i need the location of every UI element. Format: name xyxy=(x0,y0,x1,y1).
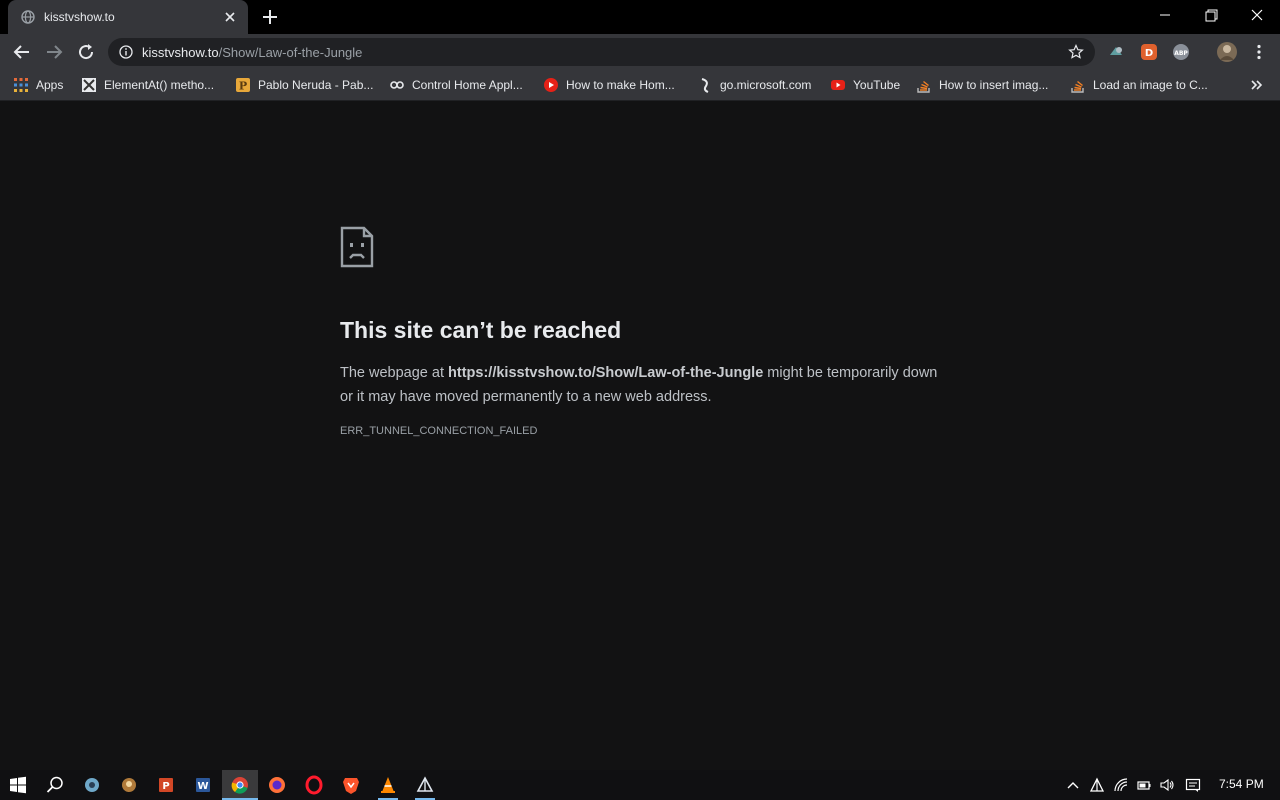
svg-text:ABP: ABP xyxy=(1174,50,1188,57)
bookmark-label: How to make Hom... xyxy=(566,78,675,92)
sad-page-icon xyxy=(340,226,374,268)
error-title: This site can’t be reached xyxy=(340,317,622,343)
svg-text:W: W xyxy=(197,781,208,792)
tab-strip: kisstvshow.to xyxy=(0,0,1280,34)
bookmark-how-to-make[interactable]: How to make Hom... xyxy=(543,77,675,93)
firefox-icon[interactable] xyxy=(267,775,287,795)
bookmark-go-microsoft[interactable]: go.microsoft.com xyxy=(697,77,811,93)
tab-title: kisstvshow.to xyxy=(44,10,115,24)
tab-active[interactable]: kisstvshow.to xyxy=(8,0,248,34)
site-info-icon[interactable] xyxy=(119,45,133,59)
volume-icon[interactable] xyxy=(1159,777,1175,793)
stackoverflow-icon xyxy=(917,80,930,93)
chevron-double-right-icon[interactable] xyxy=(1250,77,1264,93)
svg-text:P: P xyxy=(239,80,247,93)
brave-rewards-icon[interactable]: D xyxy=(1140,43,1158,61)
youtube-icon xyxy=(831,80,845,90)
brave-icon[interactable] xyxy=(341,775,361,795)
link-icon xyxy=(390,81,404,89)
address-url: kisstvshow.to/Show/Law-of-the-Jungle xyxy=(142,45,362,60)
bookmark-label: YouTube xyxy=(853,78,901,92)
notifications-icon[interactable] xyxy=(1185,777,1201,793)
bookmark-star-icon[interactable] xyxy=(1068,44,1084,60)
error-page: This site can’t be reached The webpage a… xyxy=(0,101,1280,770)
bookmark-insert-image[interactable]: How to insert imag... xyxy=(916,77,1048,93)
forward-arrow-icon[interactable] xyxy=(44,42,64,62)
powerpoint-icon[interactable]: P xyxy=(156,775,176,795)
profile-avatar-icon[interactable] xyxy=(1216,41,1238,63)
chrome-icon[interactable] xyxy=(230,775,250,795)
error-code: ERR_TUNNEL_CONNECTION_FAILED xyxy=(340,425,538,437)
microsoft-icon xyxy=(701,78,709,93)
back-arrow-icon[interactable] xyxy=(12,42,32,62)
error-description: The webpage at https://kisstvshow.to/Sho… xyxy=(340,361,940,409)
devexpress-icon xyxy=(82,78,96,92)
bookmark-apps[interactable]: Apps xyxy=(13,77,63,93)
reload-icon[interactable] xyxy=(76,42,96,62)
adblock-plus-icon[interactable]: ABP xyxy=(1172,43,1190,61)
taskbar-clock[interactable]: 7:54 PM xyxy=(1219,777,1264,791)
error-url: https://kisstvshow.to/Show/Law-of-the-Ju… xyxy=(448,365,764,381)
browser-window: kisstvshow.to kisstvshow.to/Show/Law-of-… xyxy=(0,0,1280,800)
bookmark-control-home[interactable]: Control Home Appl... xyxy=(389,77,523,93)
bookmark-label: Load an image to C... xyxy=(1093,78,1208,92)
bookmark-youtube[interactable]: YouTube xyxy=(830,77,900,93)
poetry-icon: P xyxy=(236,78,250,93)
new-tab-icon[interactable] xyxy=(260,7,280,27)
close-tab-icon[interactable] xyxy=(222,9,238,25)
apps-grid-icon xyxy=(14,78,28,92)
bookmark-label: Apps xyxy=(36,78,64,92)
app-icon[interactable] xyxy=(119,775,139,795)
address-host: kisstvshow.to xyxy=(142,45,219,60)
bookmark-load-image[interactable]: Load an image to C... xyxy=(1070,77,1208,93)
address-bar[interactable]: kisstvshow.to/Show/Law-of-the-Jungle xyxy=(108,38,1095,66)
vlc-icon[interactable] xyxy=(378,775,398,795)
windows-start-icon[interactable] xyxy=(8,775,28,795)
bookmark-pablo-neruda[interactable]: P Pablo Neruda - Pab... xyxy=(235,77,373,93)
restore-icon[interactable] xyxy=(1198,4,1224,26)
bookmark-label: Pablo Neruda - Pab... xyxy=(258,78,374,92)
chevron-up-icon[interactable] xyxy=(1065,777,1081,793)
close-window-icon[interactable] xyxy=(1244,4,1270,26)
bookmarks-bar: Apps ElementAt() metho... P Pablo Neruda… xyxy=(0,70,1280,101)
youtube-icon xyxy=(544,78,558,92)
taskbar: P W 7:54 PM xyxy=(0,770,1280,800)
bookmark-label: Control Home Appl... xyxy=(412,78,523,92)
tray-app-icon[interactable] xyxy=(1089,777,1105,793)
bookmark-label: ElementAt() metho... xyxy=(104,78,215,92)
app-icon[interactable] xyxy=(82,775,102,795)
minimize-icon[interactable] xyxy=(1152,4,1178,26)
globe-icon xyxy=(21,10,35,24)
word-icon[interactable]: W xyxy=(193,775,213,795)
bookmark-label: How to insert imag... xyxy=(939,78,1049,92)
svg-text:D: D xyxy=(1145,48,1153,59)
app-tent-icon[interactable] xyxy=(415,775,435,795)
extension-icon[interactable] xyxy=(1107,43,1125,61)
wifi-icon[interactable] xyxy=(1113,777,1129,793)
address-path: /Show/Law-of-the-Jungle xyxy=(218,45,363,60)
stackoverflow-icon xyxy=(1071,80,1084,93)
svg-text:P: P xyxy=(162,781,169,792)
battery-icon[interactable] xyxy=(1136,777,1152,793)
toolbar: kisstvshow.to/Show/Law-of-the-Jungle D A… xyxy=(0,34,1280,70)
opera-icon[interactable] xyxy=(304,775,324,795)
error-desc-prefix: The webpage at xyxy=(340,365,449,381)
search-icon[interactable] xyxy=(45,775,65,795)
bookmark-label: go.microsoft.com xyxy=(720,78,812,92)
bookmark-elementat[interactable]: ElementAt() metho... xyxy=(81,77,214,93)
menu-kebab-icon[interactable] xyxy=(1250,43,1268,61)
